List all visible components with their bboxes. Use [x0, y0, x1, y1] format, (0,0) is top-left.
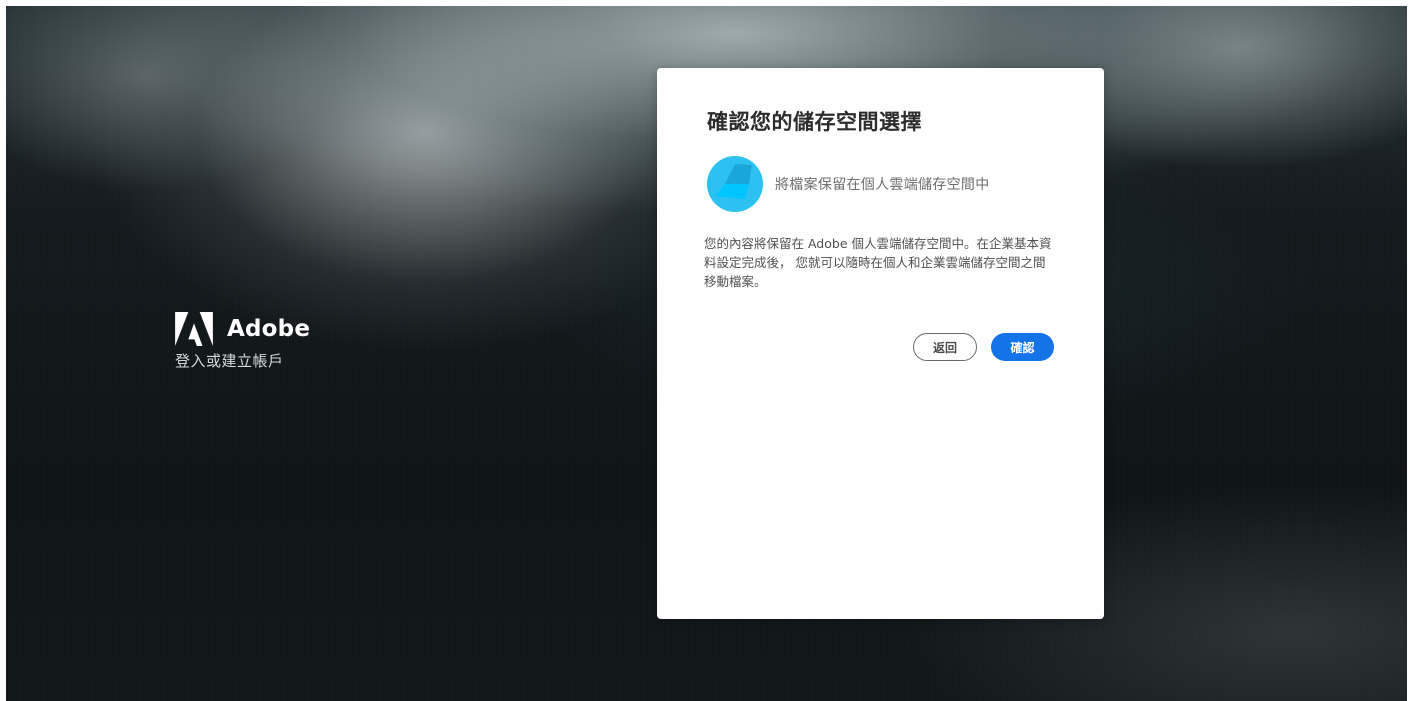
storage-confirmation-dialog: 確認您的儲存空間選擇 將檔案保留在個人雲端儲存空間中 您的內容將保留在 Adob…	[657, 68, 1104, 619]
adobe-logo-icon	[175, 312, 213, 346]
storage-option-label: 將檔案保留在個人雲端儲存空間中	[775, 177, 990, 193]
brand-subtitle: 登入或建立帳戶	[175, 352, 284, 370]
brand-name: Adobe	[227, 316, 311, 342]
dialog-title: 確認您的儲存空間選擇	[707, 110, 922, 134]
cloud-storage-icon	[707, 156, 763, 212]
back-button[interactable]: 返回	[913, 333, 977, 361]
confirm-button[interactable]: 確認	[991, 333, 1054, 361]
dialog-actions: 返回 確認	[913, 333, 1054, 361]
adobe-branding: Adobe 登入或建立帳戶	[175, 312, 310, 371]
brand-row: Adobe	[175, 312, 310, 346]
storage-option: 將檔案保留在個人雲端儲存空間中	[707, 156, 990, 212]
dialog-description: 您的內容將保留在 Adobe 個人雲端儲存空間中。在企業基本資料設定完成後， 您…	[704, 236, 1052, 289]
